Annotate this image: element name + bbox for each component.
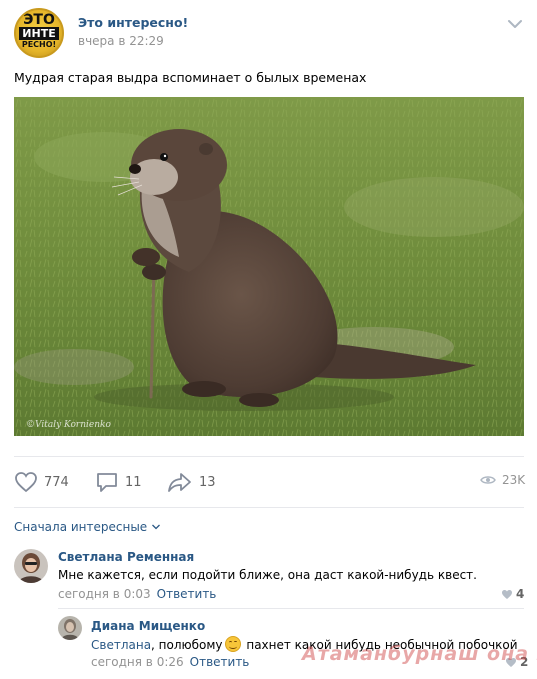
sort-label: Сначала интересные [14, 520, 148, 534]
logo-line-2: ИНТЕ [19, 27, 59, 40]
comment-text: Мне кажется, если подойти ближе, она дас… [58, 568, 477, 582]
chevron-down-icon[interactable] [506, 18, 524, 30]
comment-like-button[interactable]: 4 [501, 587, 524, 601]
comment-button[interactable]: 11 [95, 470, 142, 494]
person-photo-icon [58, 616, 82, 640]
reply-button[interactable]: Ответить [157, 587, 217, 601]
divider [58, 608, 524, 609]
divider [14, 507, 524, 508]
commenter-avatar[interactable] [58, 616, 82, 640]
commenter-avatar[interactable] [14, 549, 48, 583]
share-button[interactable]: 13 [167, 470, 216, 494]
comment-meta: сегодня в 0:03 Ответить [58, 587, 216, 601]
view-counter: 23K [480, 473, 525, 487]
reply-button[interactable]: Ответить [190, 655, 250, 669]
like-count: 774 [44, 474, 69, 490]
photo-watermark: ©Vitaly Kornienko [26, 420, 111, 430]
comment-count: 11 [125, 474, 142, 490]
heart-icon [502, 589, 512, 599]
comment-text-part: , полюбому [151, 638, 223, 652]
logo-line-1: ЭТО [23, 12, 55, 28]
site-watermark: Атаманбурнаш она ли [302, 643, 537, 665]
divider [14, 456, 524, 457]
logo-line-3: РЕСНО! [21, 40, 57, 49]
comment-like-count: 4 [516, 587, 525, 601]
comment-meta: сегодня в 0:26 Ответить [91, 655, 249, 669]
comment-time[interactable]: сегодня в 0:03 [58, 587, 151, 601]
group-avatar[interactable]: ЭТО ИНТЕ РЕСНО! [14, 8, 64, 58]
comment-sort-dropdown[interactable]: Сначала интересные [14, 520, 161, 534]
share-count: 13 [199, 474, 216, 490]
chevron-down-icon [152, 524, 161, 530]
person-photo-icon [14, 549, 48, 583]
comment-icon [97, 473, 117, 492]
comment-time[interactable]: сегодня в 0:26 [91, 655, 184, 669]
eye-icon [480, 476, 496, 484]
share-arrow-icon [168, 473, 191, 492]
like-button[interactable]: 774 [14, 470, 69, 494]
view-count: 23K [502, 473, 526, 487]
group-name-link[interactable]: Это интересно! [78, 15, 188, 30]
otter-photo-illustration [14, 97, 524, 436]
post-text: Мудрая старая выдра вспоминает о былых в… [14, 70, 367, 85]
comment-author-link[interactable]: Диана Мищенко [91, 619, 205, 633]
post-time[interactable]: вчера в 22:29 [78, 34, 164, 48]
heart-icon [15, 472, 37, 493]
comment-author-link[interactable]: Светлана Ременная [58, 550, 194, 564]
post-photo[interactable] [14, 97, 524, 436]
post-card: ЭТО ИНТЕ РЕСНО! Это интересно! вчера в 2… [0, 0, 537, 679]
mention-link[interactable]: Светлана [91, 638, 151, 652]
smile-emoji-icon [224, 636, 241, 652]
